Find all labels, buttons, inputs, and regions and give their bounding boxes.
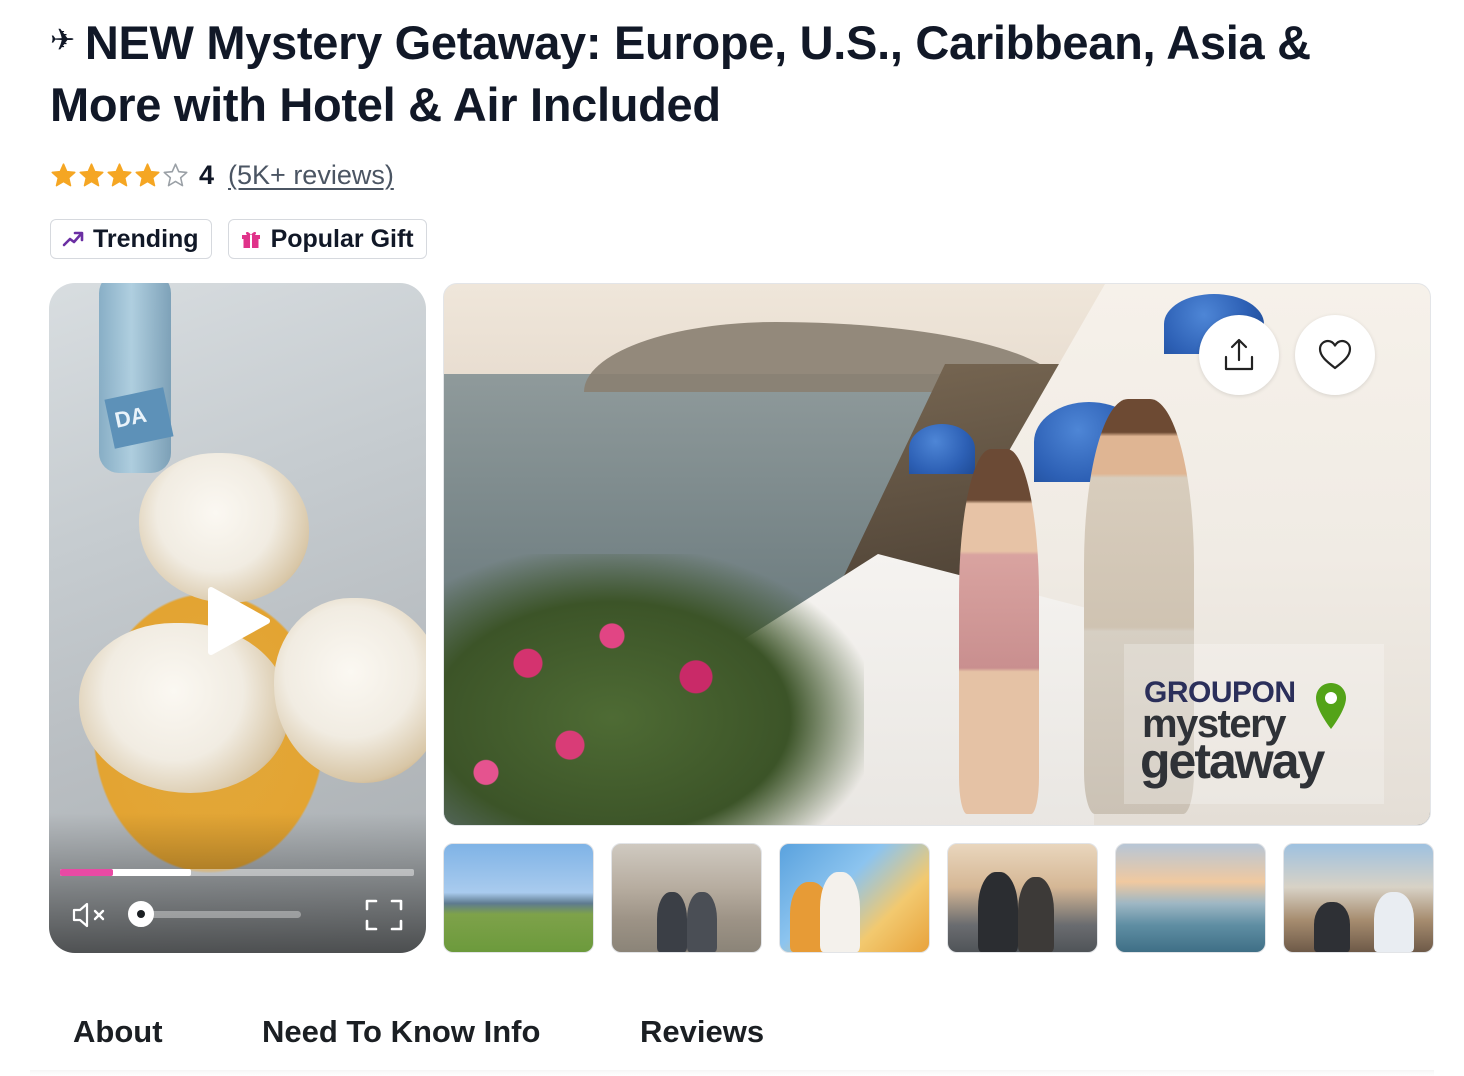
badge-popular-gift: Popular Gift [227,219,427,259]
location-pin-icon [1316,683,1346,729]
badge-trending: Trending [50,219,212,259]
share-icon [1224,338,1254,371]
image-blue-dome [909,424,975,474]
airplane-icon: ✈ [50,23,75,57]
favorite-button[interactable] [1295,315,1375,395]
video-frame-beignet [274,598,426,783]
badge-label: Popular Gift [270,224,414,253]
section-tabs: About Need To Know Info Reviews [0,990,1464,1076]
mute-icon[interactable] [71,900,109,930]
gift-icon [241,231,260,248]
video-progress-played [60,869,114,876]
video-progress-bar[interactable] [60,869,414,876]
star-filled-icon [51,162,76,186]
star-filled-icon [107,162,132,186]
thumbnail-figure [1374,892,1414,952]
thumbnail-city-selfie[interactable] [779,843,930,953]
video-frame-bottle [99,283,171,473]
image-woman [959,449,1039,814]
logo-line2-text: getaway [1140,733,1325,789]
video-frame-beignet [139,453,309,603]
tab-about[interactable]: About [73,1014,163,1050]
star-empty-icon [163,162,188,186]
volume-slider[interactable] [140,911,301,918]
rating-value: 4 [199,159,215,190]
play-icon[interactable] [203,586,273,656]
star-rating [50,162,189,189]
volume-slider-handle[interactable] [128,901,154,927]
thumbnail-figure [1018,877,1054,952]
tabs-divider [30,1070,1434,1076]
thumbnail-figure [687,892,717,952]
reviews-link[interactable]: (5K+ reviews) [228,160,394,191]
thumbnail-figure [657,892,687,952]
share-button[interactable] [1199,315,1279,395]
rating-row: 4 (5K+ reviews) [50,157,394,193]
video-controls-shade [49,813,426,953]
deal-title: ✈ NEW Mystery Getaway: Europe, U.S., Cari… [50,14,1390,134]
thumbnail-venice-square[interactable] [611,843,762,953]
main-deal-image[interactable]: GROUPON mystery getaway [443,283,1431,826]
thumbnail-figure [1314,902,1350,952]
thumbnail-strip [443,843,1434,953]
fullscreen-icon[interactable] [364,898,404,932]
trending-icon [62,231,84,247]
deal-title-text: NEW Mystery Getaway: Europe, U.S., Carib… [50,16,1311,131]
thumbnail-beach-skyline[interactable] [1115,843,1266,953]
star-filled-icon [79,162,104,186]
thumbnail-couple-street[interactable] [947,843,1098,953]
badge-list: Trending Popular Gift [50,219,427,259]
heart-icon [1318,339,1352,370]
thumbnail-figure [820,872,860,952]
image-bougainvillea [444,554,864,825]
thumbnail-figure [978,872,1018,952]
star-filled-icon [135,162,160,186]
tab-reviews[interactable]: Reviews [640,1014,764,1050]
thumbnail-city-park[interactable] [443,843,594,953]
badge-label: Trending [93,224,199,253]
tab-need-to-know-info[interactable]: Need To Know Info [262,1014,540,1050]
thumbnail-terrace-view[interactable] [1283,843,1434,953]
